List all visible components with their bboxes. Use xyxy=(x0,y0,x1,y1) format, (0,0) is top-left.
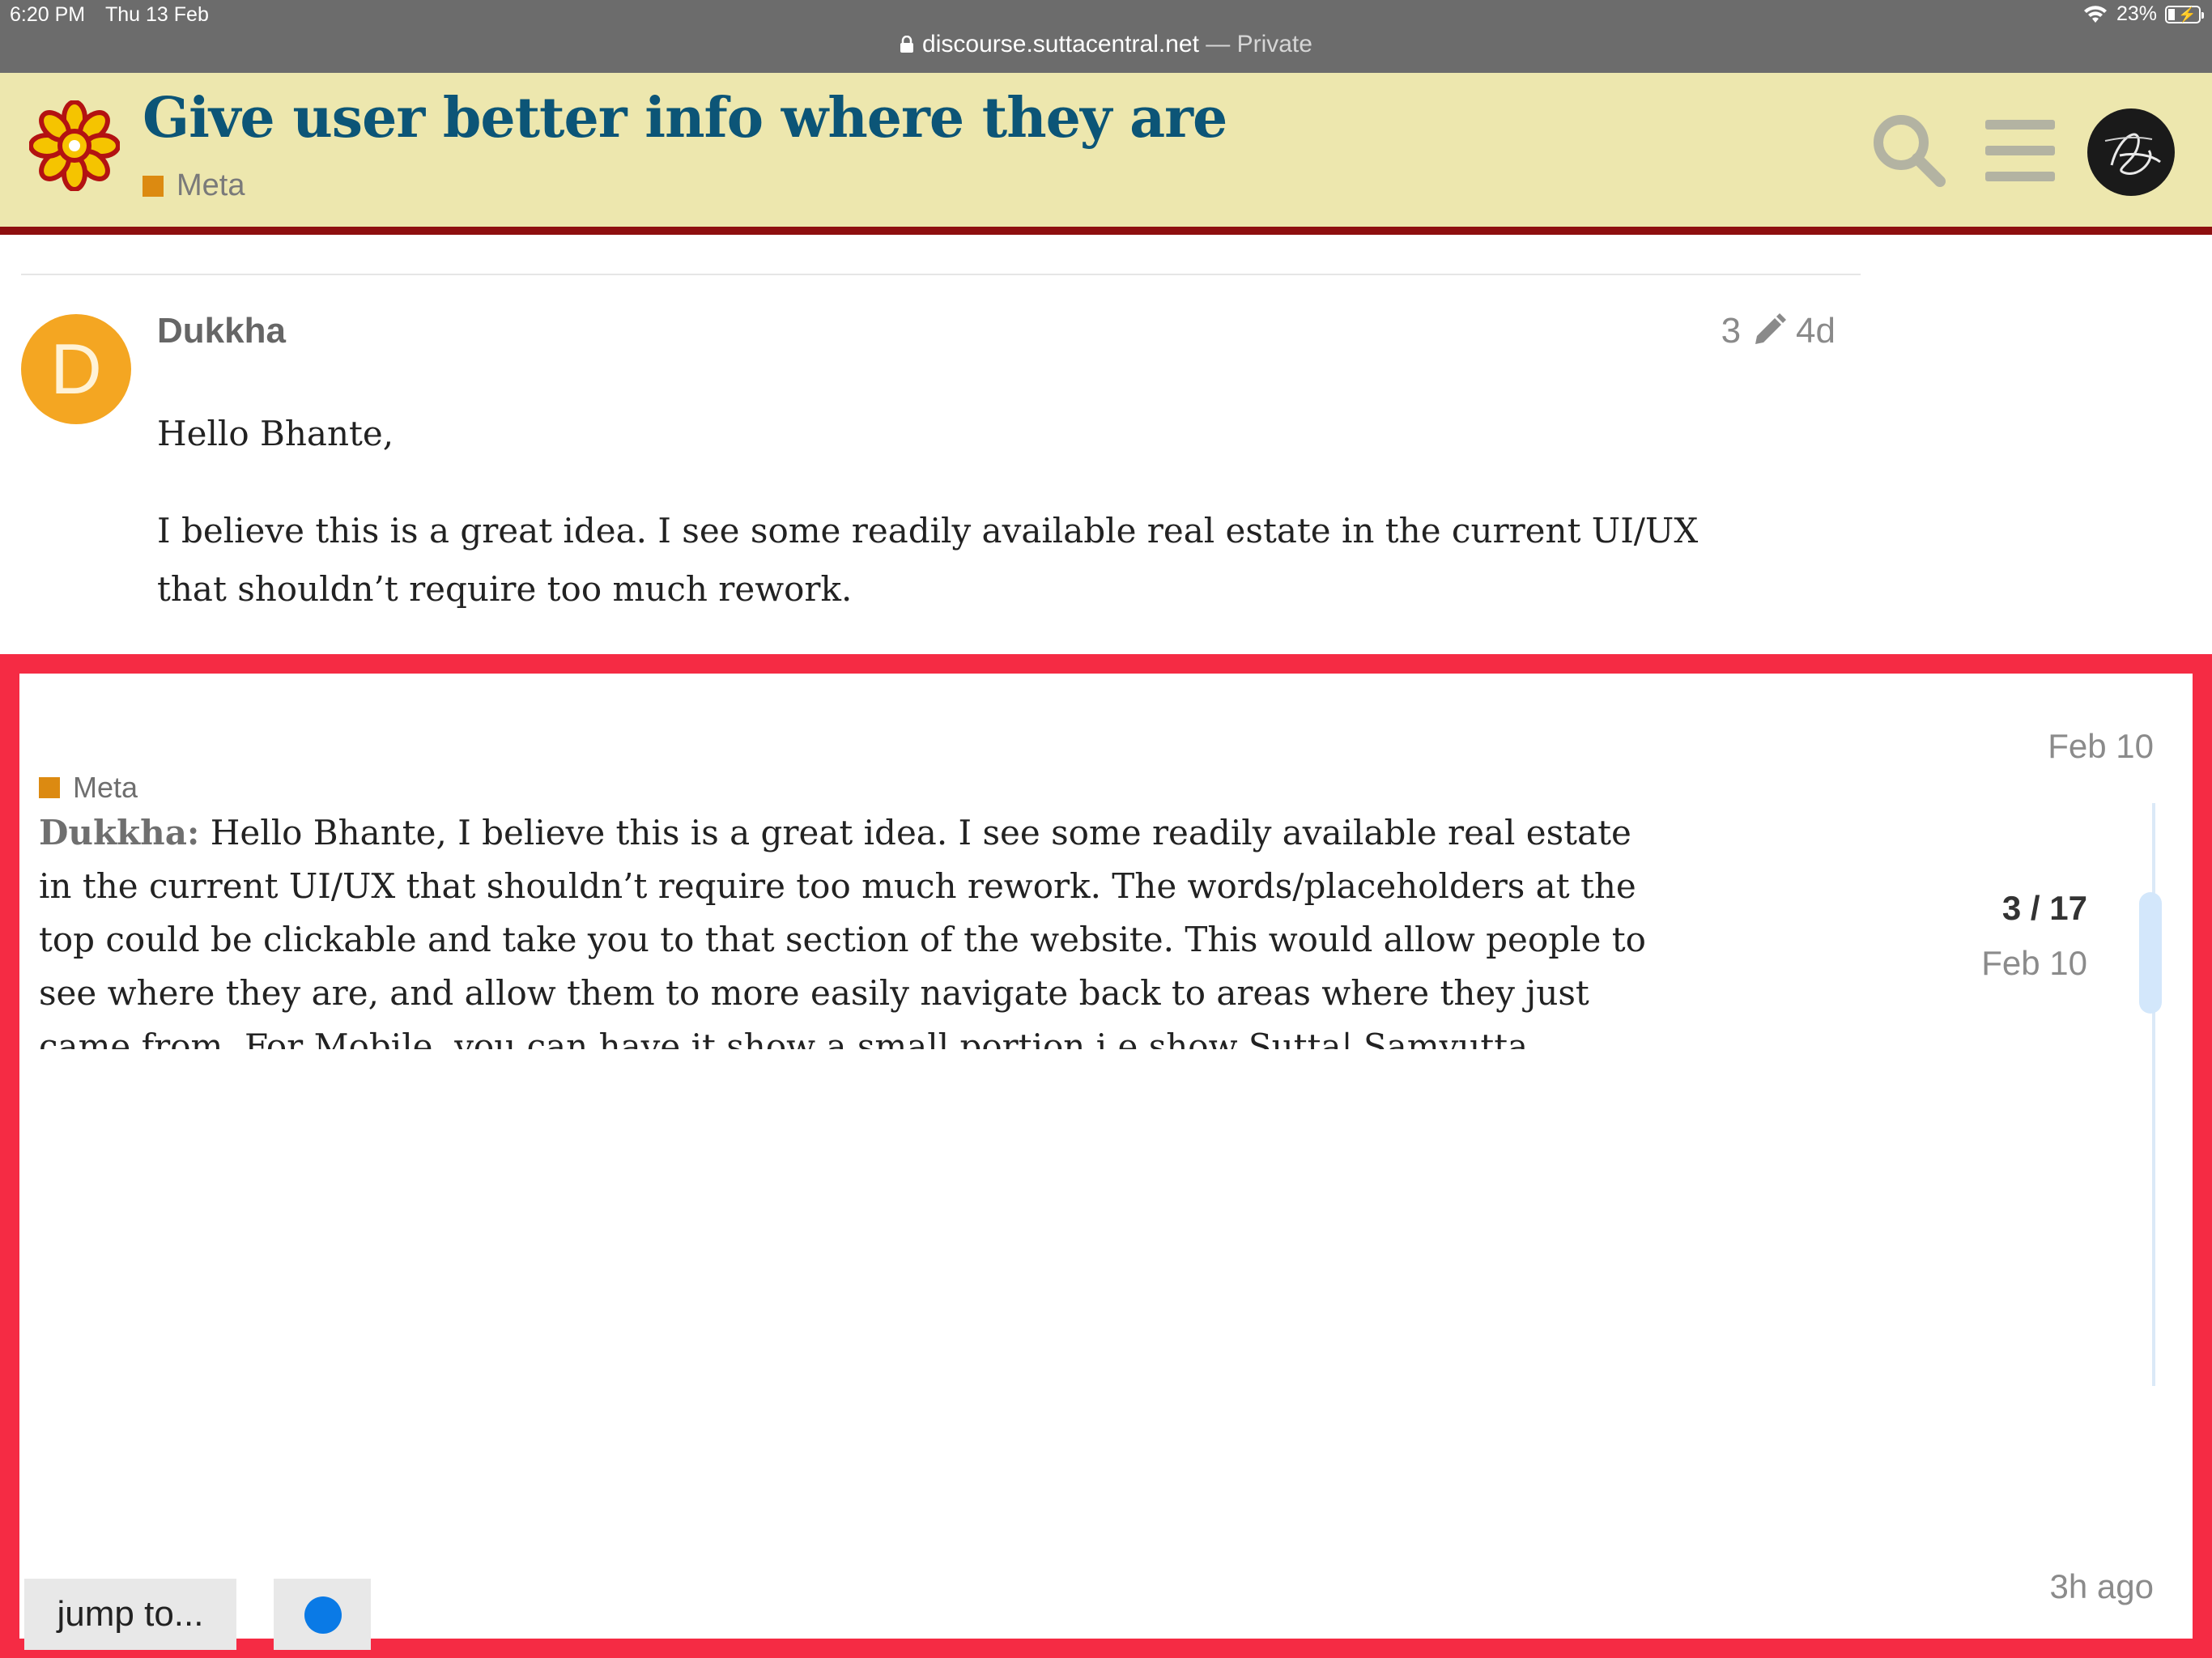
category-color-square xyxy=(39,777,60,798)
url-domain: discourse.suttacentral.net xyxy=(922,31,1199,57)
timeline-start-date[interactable]: Feb 10 xyxy=(2048,727,2154,766)
post-author-name[interactable]: Dukkha xyxy=(157,311,286,351)
timeline-scroll-handle[interactable] xyxy=(2139,892,2162,1014)
topic-category[interactable]: Meta xyxy=(143,168,245,203)
status-indicators: 23% ⚡ xyxy=(2082,2,2204,26)
lock-icon xyxy=(900,36,914,53)
topic-title[interactable]: Give user better info where they are xyxy=(143,86,1227,151)
category-name: Meta xyxy=(177,168,245,202)
topic-divider xyxy=(21,274,1861,275)
unread-button[interactable] xyxy=(274,1579,371,1650)
menu-line xyxy=(1985,120,2055,130)
battery-icon: ⚡ xyxy=(2165,5,2204,23)
status-date: Thu 13 Feb xyxy=(105,3,209,26)
url-private-label: — Private xyxy=(1198,31,1312,57)
battery-fill xyxy=(2168,8,2175,20)
excerpt-text: Hello Bhante, I believe this is a great … xyxy=(39,813,1646,1049)
hamburger-menu-icon[interactable] xyxy=(1985,120,2055,181)
menu-line xyxy=(1985,172,2055,181)
post-body: Hello Bhante, I believe this is a great … xyxy=(157,405,1776,657)
excerpt-author: Dukkha: xyxy=(39,813,200,852)
topic-timeline-panel: Meta Dukkha: Hello Bhante, I believe thi… xyxy=(0,654,2212,1658)
edit-count[interactable]: 3 xyxy=(1721,311,1741,351)
search-icon[interactable] xyxy=(1870,112,1948,189)
status-bar: 6:20 PM Thu 13 Feb 23% ⚡ discourse.sutta… xyxy=(0,0,2212,73)
dharma-flower-icon[interactable] xyxy=(29,100,120,191)
category-color-square xyxy=(143,175,164,197)
charging-bolt-icon: ⚡ xyxy=(2178,6,2197,23)
post-paragraph: I believe this is a great idea. I see so… xyxy=(157,511,1699,609)
post-author-avatar[interactable]: D xyxy=(21,314,131,424)
post-paragraph: Hello Bhante, xyxy=(157,414,394,453)
signature-logo-icon xyxy=(2104,133,2161,175)
user-avatar[interactable] xyxy=(2087,108,2175,196)
jump-to-button[interactable]: jump to... xyxy=(24,1579,236,1650)
timeline-excerpt: Dukkha: Hello Bhante, I believe this is … xyxy=(39,806,1658,1049)
site-header: Give user better info where they are Met… xyxy=(0,73,2212,235)
battery-percent: 23% xyxy=(2116,2,2157,25)
timeline-category[interactable]: Meta xyxy=(39,771,138,805)
timeline-end-label[interactable]: 3h ago xyxy=(2050,1567,2154,1606)
category-name: Meta xyxy=(73,771,138,804)
url-bar[interactable]: discourse.suttacentral.net — Private xyxy=(0,31,2212,58)
post-meta: 3 4d xyxy=(1721,311,1836,351)
timeline-position-date: Feb 10 xyxy=(1981,944,2087,982)
status-time: 6:20 PM xyxy=(10,3,86,26)
pencil-icon[interactable] xyxy=(1749,312,1788,351)
timeline-scroll-track[interactable] xyxy=(2152,803,2155,1386)
wifi-icon xyxy=(2083,5,2107,23)
timeline-position: 3 / 17 xyxy=(2001,889,2087,927)
post-age[interactable]: 4d xyxy=(1796,311,1836,351)
blue-dot-icon xyxy=(304,1596,342,1634)
menu-line xyxy=(1985,146,2055,155)
